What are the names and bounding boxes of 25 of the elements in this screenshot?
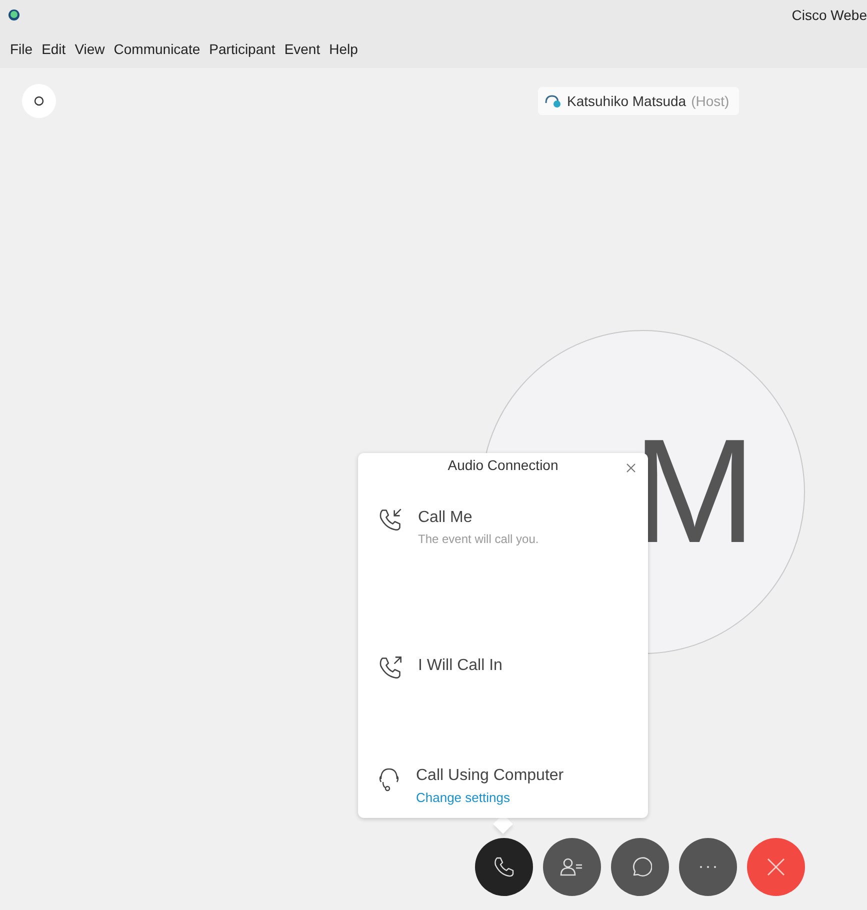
option-label[interactable]: Call Using Computer	[416, 767, 564, 785]
menu-item[interactable]: Participant	[209, 41, 276, 57]
option-description: The event will call you.	[418, 532, 539, 546]
menu-item[interactable]: Edit	[42, 41, 66, 57]
headset-icon	[544, 94, 562, 108]
menu-item[interactable]: Help	[329, 41, 358, 57]
more-icon	[699, 865, 717, 869]
person-list-icon	[560, 857, 584, 877]
app-logo-icon	[8, 9, 20, 21]
change-settings-link[interactable]: Change settings	[416, 790, 564, 805]
menu-item[interactable]: Event	[284, 41, 320, 57]
host-role: (Host)	[691, 93, 730, 109]
menu-item[interactable]: Communicate	[114, 41, 200, 57]
menu-item[interactable]: View	[74, 41, 105, 57]
close-icon[interactable]	[626, 463, 636, 473]
close-icon	[767, 858, 785, 876]
record-button[interactable]	[22, 84, 56, 118]
ring-icon	[34, 96, 44, 106]
option-label[interactable]: Call Me	[418, 509, 539, 527]
popup-title: Audio Connection	[448, 457, 558, 473]
phone-icon	[492, 855, 516, 879]
host-name: Katsuhiko Matsuda	[567, 93, 686, 109]
option-label[interactable]: I Will Call In	[418, 657, 502, 675]
window-title: Cisco Webe	[792, 7, 867, 23]
menu-item[interactable]: File	[10, 41, 33, 57]
